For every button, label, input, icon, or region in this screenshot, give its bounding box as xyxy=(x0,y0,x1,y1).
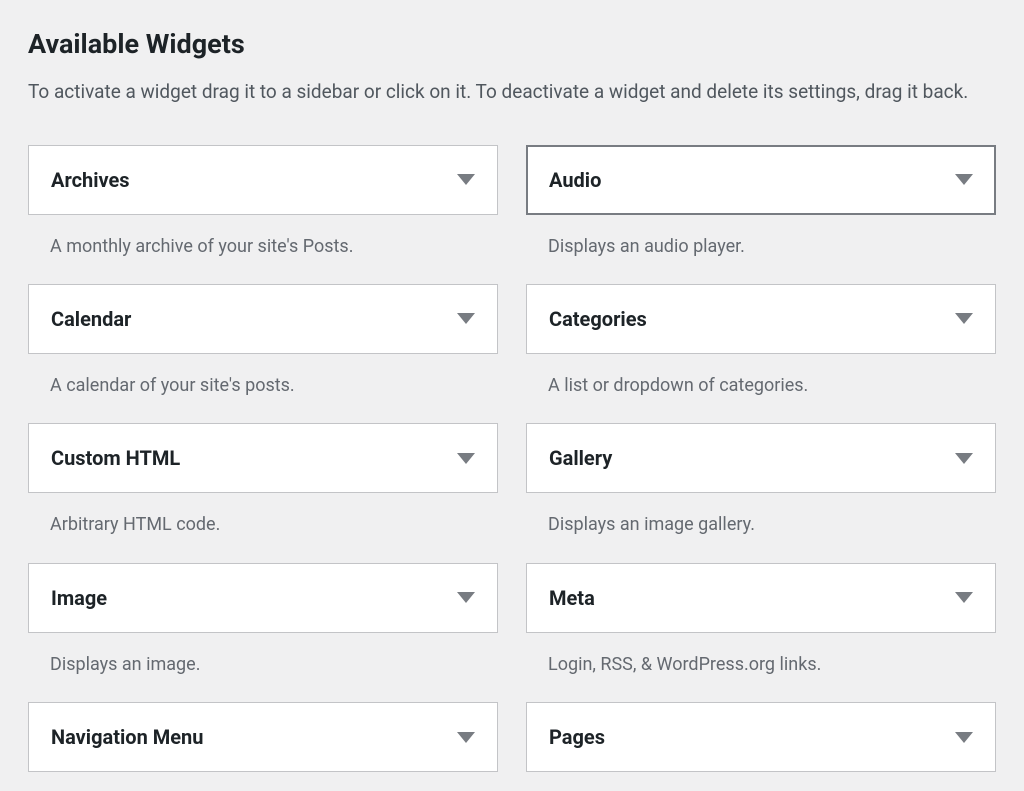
page-intro: To activate a widget drag it to a sideba… xyxy=(28,78,988,107)
widget-item-calendar: Calendar A calendar of your site's posts… xyxy=(28,284,498,423)
widget-item-pages: Pages xyxy=(526,702,996,772)
widget-item-gallery: Gallery Displays an image gallery. xyxy=(526,423,996,562)
widget-description: Login, RSS, & WordPress.org links. xyxy=(526,633,996,702)
widget-header-pages[interactable]: Pages xyxy=(526,702,996,772)
chevron-down-icon xyxy=(457,453,475,464)
widget-description: A list or dropdown of categories. xyxy=(526,354,996,423)
widget-header-navigation-menu[interactable]: Navigation Menu xyxy=(28,702,498,772)
chevron-down-icon xyxy=(955,313,973,324)
widget-item-archives: Archives A monthly archive of your site'… xyxy=(28,145,498,284)
widget-title: Pages xyxy=(549,725,605,749)
chevron-down-icon xyxy=(457,174,475,185)
widgets-grid: Archives A monthly archive of your site'… xyxy=(28,145,996,773)
widget-header-custom-html[interactable]: Custom HTML xyxy=(28,423,498,493)
widget-title: Custom HTML xyxy=(51,446,180,470)
chevron-down-icon xyxy=(457,592,475,603)
widget-header-audio[interactable]: Audio xyxy=(526,145,996,215)
widget-title: Navigation Menu xyxy=(51,725,203,749)
widget-header-categories[interactable]: Categories xyxy=(526,284,996,354)
widget-title: Archives xyxy=(51,168,130,192)
widget-item-audio: Audio Displays an audio player. xyxy=(526,145,996,284)
widget-description: Arbitrary HTML code. xyxy=(28,493,498,562)
widget-item-meta: Meta Login, RSS, & WordPress.org links. xyxy=(526,563,996,702)
widget-title: Audio xyxy=(549,168,601,192)
chevron-down-icon xyxy=(955,732,973,743)
widget-header-image[interactable]: Image xyxy=(28,563,498,633)
chevron-down-icon xyxy=(457,313,475,324)
chevron-down-icon xyxy=(457,732,475,743)
widget-description: Displays an image. xyxy=(28,633,498,702)
widget-header-calendar[interactable]: Calendar xyxy=(28,284,498,354)
chevron-down-icon xyxy=(955,592,973,603)
widget-item-categories: Categories A list or dropdown of categor… xyxy=(526,284,996,423)
widget-description: A calendar of your site's posts. xyxy=(28,354,498,423)
widget-description: Displays an image gallery. xyxy=(526,493,996,562)
widget-title: Calendar xyxy=(51,307,131,331)
widget-title: Gallery xyxy=(549,446,612,470)
chevron-down-icon xyxy=(955,174,973,185)
widget-item-custom-html: Custom HTML Arbitrary HTML code. xyxy=(28,423,498,562)
widget-header-gallery[interactable]: Gallery xyxy=(526,423,996,493)
widget-title: Image xyxy=(51,586,107,610)
widget-item-image: Image Displays an image. xyxy=(28,563,498,702)
widget-header-archives[interactable]: Archives xyxy=(28,145,498,215)
chevron-down-icon xyxy=(955,453,973,464)
widget-header-meta[interactable]: Meta xyxy=(526,563,996,633)
widget-item-navigation-menu: Navigation Menu xyxy=(28,702,498,772)
page-title: Available Widgets xyxy=(28,28,996,60)
widget-description: A monthly archive of your site's Posts. xyxy=(28,215,498,284)
widget-title: Meta xyxy=(549,586,595,610)
widget-description: Displays an audio player. xyxy=(526,215,996,284)
widget-title: Categories xyxy=(549,307,647,331)
